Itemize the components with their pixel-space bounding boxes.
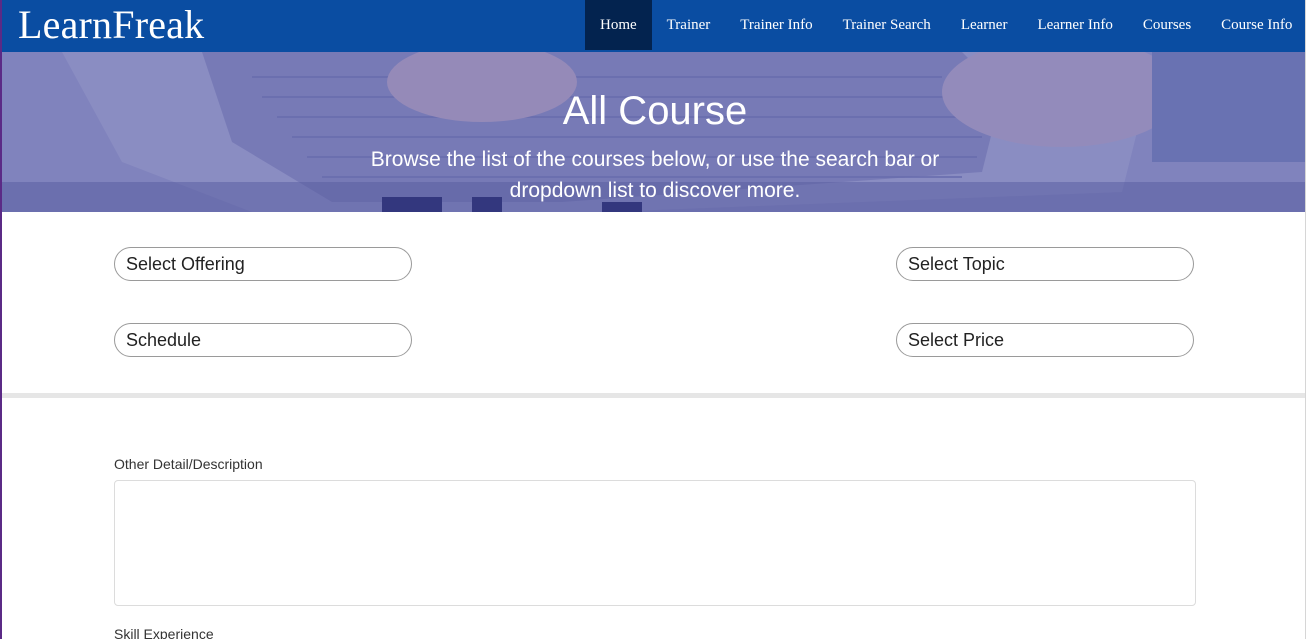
schedule-select[interactable]: Schedule xyxy=(114,323,412,357)
nav-item-home[interactable]: Home xyxy=(585,0,652,50)
page-subtitle: Browse the list of the courses below, or… xyxy=(370,148,940,202)
nav-item-trainer-info[interactable]: Trainer Info xyxy=(725,0,827,50)
nav-item-courses[interactable]: Courses xyxy=(1128,0,1206,50)
brand-logo[interactable]: LearnFreak xyxy=(18,2,204,48)
nav-item-learner[interactable]: Learner xyxy=(946,0,1023,50)
description-label: Other Detail/Description xyxy=(114,456,263,472)
section-divider xyxy=(2,393,1305,398)
nav-item-trainer[interactable]: Trainer xyxy=(652,0,726,50)
page-title: All Course xyxy=(562,89,748,133)
nav-item-learner-info[interactable]: Learner Info xyxy=(1022,0,1127,50)
topic-select[interactable]: Select Topic xyxy=(896,247,1194,281)
offering-select[interactable]: Select Offering xyxy=(114,247,412,281)
nav-item-trainer-search[interactable]: Trainer Search xyxy=(828,0,946,50)
hero-banner: All Course Browse the list of the course… xyxy=(2,52,1305,212)
top-navbar: LearnFreak Home Trainer Trainer Info Tra… xyxy=(2,0,1305,52)
nav-item-course-info[interactable]: Course Info xyxy=(1206,0,1305,50)
description-textarea[interactable] xyxy=(114,480,1196,606)
page: LearnFreak Home Trainer Trainer Info Tra… xyxy=(0,0,1306,639)
nav-menu: Home Trainer Trainer Info Trainer Search… xyxy=(585,0,1305,52)
price-select[interactable]: Select Price xyxy=(896,323,1194,357)
skill-experience-label: Skill Experience xyxy=(114,626,214,639)
